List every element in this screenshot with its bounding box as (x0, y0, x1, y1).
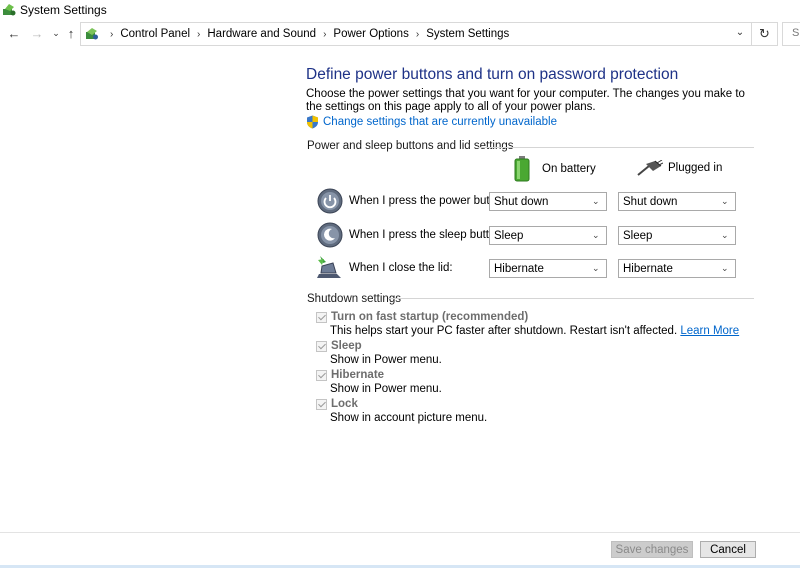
chevron-down-icon: ⌄ (592, 230, 600, 240)
fast-startup-checkbox[interactable]: Turn on fast startup (recommended) (316, 311, 528, 323)
power-button-plugged-in-value: Shut down (623, 196, 678, 208)
plugged-in-label: Plugged in (668, 162, 723, 174)
fast-startup-label: Turn on fast startup (recommended) (331, 311, 529, 323)
title-bar: System Settings (0, 0, 800, 20)
refresh-icon: ↻ (759, 26, 770, 41)
lid-close-plugged-in-value: Hibernate (623, 263, 673, 275)
breadcrumb-control-panel[interactable]: Control Panel (120, 28, 190, 40)
chevron-down-icon: ⌄ (592, 263, 600, 273)
arrow-right-icon: → (30, 25, 44, 41)
sleep-button-label: When I press the sleep button: (349, 229, 505, 241)
lid-close-on-battery-select[interactable]: Hibernate ⌄ (489, 259, 607, 278)
lid-close-on-battery-value: Hibernate (494, 263, 544, 275)
breadcrumb-power-options[interactable]: Power Options (333, 28, 408, 40)
search-placeholder: S (792, 27, 800, 39)
power-button-plugged-in-select[interactable]: Shut down ⌄ (618, 192, 736, 211)
footer-divider (0, 532, 800, 533)
lock-option-description: Show in account picture menu. (330, 412, 488, 424)
shutdown-section-label: Shutdown settings (307, 293, 401, 305)
recent-locations-button[interactable]: ⌄ (48, 25, 64, 41)
chevron-right-icon[interactable]: › (197, 29, 200, 40)
sleep-button-on-battery-value: Sleep (494, 230, 524, 242)
lock-option-label: Lock (331, 398, 358, 410)
chevron-right-icon: › (110, 28, 114, 40)
navigation-bar: ← → ⌄ ↑ › Control Panel › Hardware and S… (0, 22, 800, 46)
checkbox-checked-icon[interactable] (316, 369, 327, 381)
sleep-checkbox[interactable]: Sleep (316, 340, 362, 352)
sleep-button-plugged-in-value: Sleep (623, 230, 653, 242)
up-button[interactable]: ↑ (63, 25, 79, 41)
sleep-option-description: Show in Power menu. (330, 354, 442, 366)
refresh-button[interactable]: ↻ (752, 22, 778, 46)
chevron-down-icon: ⌄ (52, 27, 60, 38)
hibernate-option-label: Hibernate (331, 369, 385, 381)
power-section-label: Power and sleep buttons and lid settings (307, 140, 514, 152)
uac-shield-icon (307, 115, 318, 129)
address-bar[interactable]: › Control Panel › Hardware and Sound › P… (80, 22, 752, 46)
search-input[interactable]: S (782, 22, 800, 46)
sleep-button-icon (317, 222, 343, 248)
sleep-option-label: Sleep (331, 340, 362, 352)
laptop-lid-icon (317, 256, 341, 278)
power-button-label: When I press the power button: (349, 195, 509, 207)
chevron-right-icon[interactable]: › (416, 29, 419, 40)
page-description: Choose the power settings that you want … (306, 88, 745, 113)
forward-button[interactable]: → (29, 25, 45, 41)
hibernate-checkbox[interactable]: Hibernate (316, 369, 384, 381)
lid-close-label: When I close the lid: (349, 262, 453, 274)
lock-checkbox[interactable]: Lock (316, 398, 358, 410)
change-settings-link-text[interactable]: Change settings that are currently unava… (323, 116, 557, 128)
sleep-button-on-battery-select[interactable]: Sleep ⌄ (489, 226, 607, 245)
power-plug-icon (637, 160, 663, 176)
power-button-icon (317, 188, 343, 214)
hibernate-option-description: Show in Power menu. (330, 383, 442, 395)
on-battery-header: On battery (514, 156, 596, 182)
cancel-button[interactable]: Cancel (700, 541, 756, 558)
address-dropdown-icon[interactable]: ⌄ (733, 27, 747, 41)
arrow-left-icon: ← (7, 25, 21, 41)
chevron-down-icon: ⌄ (721, 230, 729, 240)
checkbox-checked-icon[interactable] (316, 340, 327, 352)
on-battery-label: On battery (542, 163, 596, 175)
fast-startup-description-text: This helps start your PC faster after sh… (330, 325, 678, 337)
breadcrumb-hardware-and-sound[interactable]: Hardware and Sound (207, 28, 316, 40)
control-panel-icon (86, 28, 98, 40)
save-changes-button[interactable]: Save changes (611, 541, 693, 558)
plugged-in-header: Plugged in (637, 160, 722, 176)
window-title: System Settings (20, 3, 107, 17)
power-button-on-battery-select[interactable]: Shut down ⌄ (489, 192, 607, 211)
checkbox-checked-icon[interactable] (316, 311, 327, 323)
change-settings-link[interactable]: Change settings that are currently unava… (306, 115, 557, 129)
section-divider (388, 298, 754, 299)
arrow-up-icon: ↑ (67, 25, 75, 41)
checkbox-checked-icon[interactable] (316, 398, 327, 410)
learn-more-link[interactable]: Learn More (680, 325, 739, 337)
fast-startup-description: This helps start your PC faster after sh… (330, 325, 739, 337)
chevron-down-icon: ⌄ (721, 196, 729, 206)
chevron-down-icon: ⌄ (592, 196, 600, 206)
power-button-on-battery-value: Shut down (494, 196, 549, 208)
battery-icon (514, 156, 530, 182)
breadcrumb-system-settings[interactable]: System Settings (426, 28, 509, 40)
sleep-button-plugged-in-select[interactable]: Sleep ⌄ (618, 226, 736, 245)
page-title: Define power buttons and turn on passwor… (306, 66, 679, 83)
power-options-icon (3, 4, 16, 16)
lid-close-plugged-in-select[interactable]: Hibernate ⌄ (618, 259, 736, 278)
chevron-right-icon[interactable]: › (323, 29, 326, 40)
chevron-down-icon: ⌄ (721, 263, 729, 273)
section-divider (478, 147, 754, 148)
back-button[interactable]: ← (6, 25, 22, 41)
